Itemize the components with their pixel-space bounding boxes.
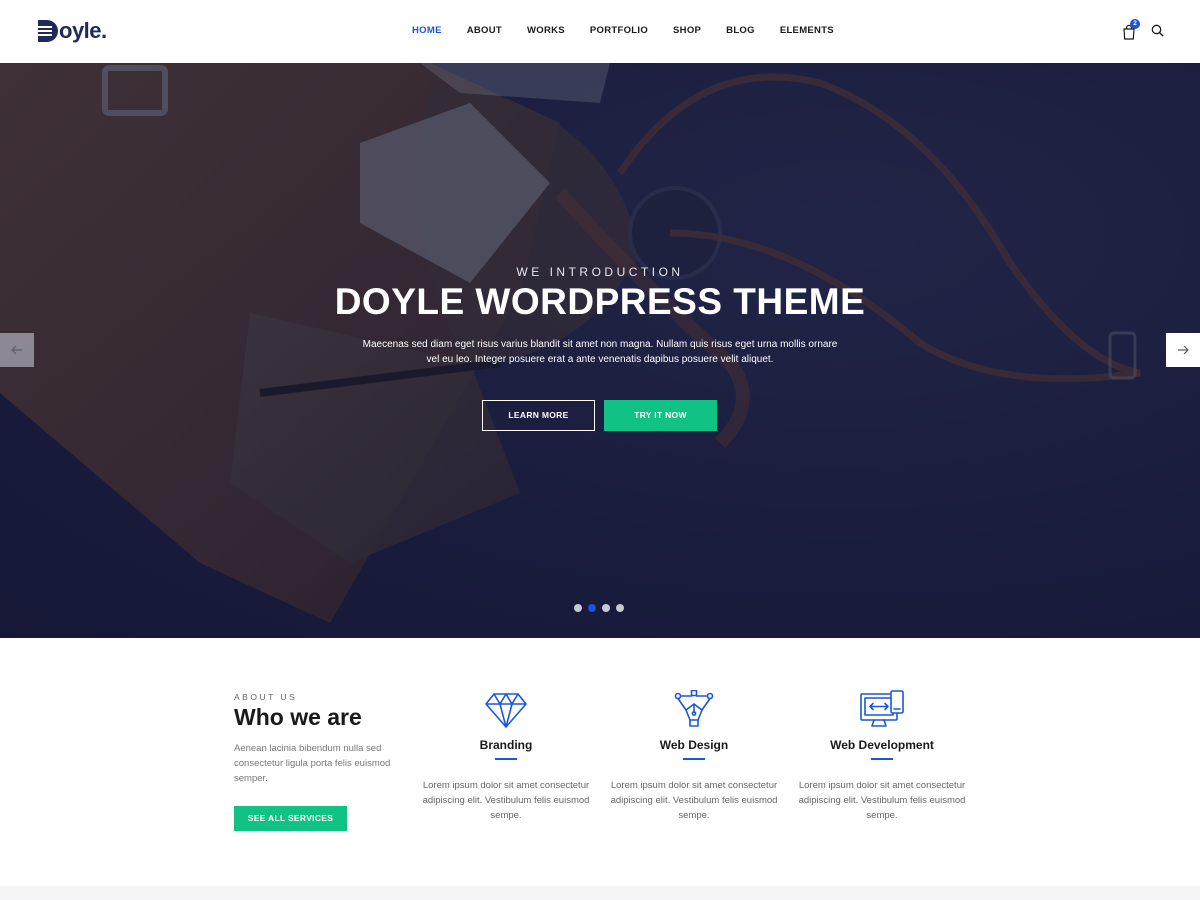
nav-item-portfolio[interactable]: PORTFOLIO	[590, 25, 648, 36]
diamond-icon	[485, 693, 527, 728]
nav-item-blog[interactable]: BLOG	[726, 25, 755, 36]
slider-prev-button[interactable]	[0, 333, 34, 367]
logo-text: oyle.	[59, 18, 107, 43]
arrow-left-icon	[11, 345, 22, 355]
pen-tool-icon	[674, 690, 714, 727]
monitor-icon	[860, 690, 904, 727]
hero-title: DOYLE WORDPRESS THEME	[334, 281, 866, 322]
service-title: Web Design	[659, 738, 729, 752]
service-divider	[871, 758, 893, 760]
slider-dot[interactable]	[616, 604, 624, 612]
arrow-right-icon	[1178, 345, 1189, 355]
nav-item-home[interactable]: HOME	[412, 25, 442, 36]
about-title: Who we are	[234, 704, 362, 730]
logo-d-mark	[38, 20, 58, 42]
nav-item-works[interactable]: WORKS	[527, 25, 565, 36]
slider-dot[interactable]	[574, 604, 582, 612]
try-it-now-button[interactable]: TRY IT NOW	[604, 400, 717, 431]
search-icon	[1151, 24, 1164, 37]
site-header: oyle. HOME ABOUT WORKS PORTFOLIO SHOP BL…	[0, 0, 1200, 63]
hero-description: Maecenas sed diam eget risus varius blan…	[362, 339, 838, 365]
hero-kicker: WE INTRODUCTION	[516, 265, 684, 279]
service-description: Lorem ipsum dolor sit amet consectetur a…	[798, 780, 966, 821]
cart-count-badge: 2	[1130, 19, 1140, 29]
service-web-design: Web Design Lorem ipsum dolor sit amet co…	[604, 690, 784, 823]
service-divider	[683, 758, 705, 760]
service-description: Lorem ipsum dolor sit amet consectetur a…	[422, 780, 590, 821]
service-title: Web Development	[830, 738, 934, 752]
service-web-development: Web Development Lorem ipsum dolor sit am…	[792, 690, 972, 823]
service-divider	[495, 758, 517, 760]
slider-next-button[interactable]	[1166, 333, 1200, 367]
slider-pagination	[574, 604, 624, 612]
hero-slider: WE INTRODUCTION DOYLE WORDPRESS THEME Ma…	[0, 63, 1200, 638]
about-kicker: ABOUT US	[234, 692, 298, 702]
slider-dot-active[interactable]	[588, 604, 596, 612]
service-description: Lorem ipsum dolor sit amet consectetur a…	[610, 780, 778, 821]
service-title: Branding	[479, 738, 533, 752]
nav-item-elements[interactable]: ELEMENTS	[780, 25, 834, 36]
slider-dot[interactable]	[602, 604, 610, 612]
see-all-services-button[interactable]: SEE ALL SERVICES	[234, 806, 347, 831]
logo[interactable]: oyle.	[38, 18, 107, 44]
service-branding: Branding Lorem ipsum dolor sit amet cons…	[416, 690, 596, 823]
search-button[interactable]	[1151, 24, 1165, 38]
nav-item-shop[interactable]: SHOP	[673, 25, 701, 36]
next-section-strip	[0, 886, 1200, 900]
learn-more-button[interactable]: LEARN MORE	[482, 400, 595, 431]
about-description: Aenean lacinia bibendum nulla sed consec…	[234, 743, 391, 784]
cart-button[interactable]: 2	[1122, 19, 1140, 40]
nav-item-about[interactable]: ABOUT	[467, 25, 502, 36]
main-nav: HOME ABOUT WORKS PORTFOLIO SHOP BLOG ELE…	[412, 25, 859, 36]
